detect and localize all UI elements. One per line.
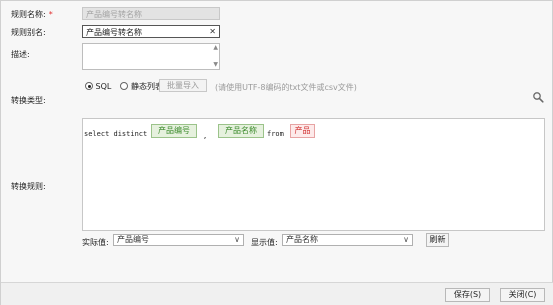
actual-value-text: 产品编号: [117, 235, 149, 244]
scroll-up-icon[interactable]: ▲: [213, 44, 218, 51]
description-label: 描述:: [11, 50, 30, 59]
clear-icon[interactable]: ✕: [209, 27, 216, 36]
field-tag[interactable]: 产品名称: [218, 124, 264, 138]
field-tag[interactable]: 产品编号: [151, 124, 197, 138]
display-value-text: 产品名称: [286, 235, 318, 244]
close-button[interactable]: 关闭(C): [500, 288, 545, 302]
display-value-label: 显示值:: [251, 238, 278, 247]
display-value-select[interactable]: 产品名称 ∨: [282, 234, 413, 246]
rule-alias-label: 规则别名:: [11, 28, 46, 37]
radio-sql-label: SQL: [95, 82, 112, 91]
comma-separator: ,: [203, 132, 208, 140]
import-hint: (请使用UTF-8编码的txt文件或csv文件): [215, 83, 357, 92]
description-textarea[interactable]: ▲ ▼: [82, 43, 220, 70]
convert-type-options: SQL 静态列表: [85, 81, 163, 92]
refresh-button[interactable]: 刷新: [426, 233, 449, 247]
chevron-down-icon: ∨: [403, 235, 409, 244]
rule-alias-value: 产品编号转名称: [86, 28, 142, 37]
required-marker: *: [48, 10, 53, 19]
rule-alias-field[interactable]: 产品编号转名称 ✕: [82, 25, 220, 38]
rule-editor[interactable]: select distinct 产品编号 , 产品名称 from 产品: [82, 118, 545, 231]
radio-static-list[interactable]: [120, 82, 129, 90]
batch-import-button[interactable]: 批量导入: [159, 79, 207, 92]
select-keyword: select distinct: [84, 130, 148, 138]
chevron-down-icon: ∨: [234, 235, 240, 244]
convert-type-label: 转换类型:: [11, 96, 46, 105]
table-tag[interactable]: 产品: [290, 124, 315, 138]
rule-name-label: 规则名称: *: [11, 10, 53, 19]
convert-rule-label: 转换规则:: [11, 182, 46, 191]
save-button[interactable]: 保存(S): [445, 288, 490, 302]
dialog-footer: 保存(S) 关闭(C): [1, 282, 553, 305]
scroll-down-icon[interactable]: ▼: [213, 61, 218, 68]
actual-value-select[interactable]: 产品编号 ∨: [113, 234, 244, 246]
rule-dialog: 规则名称: * 产品编号转名称 规则别名: 产品编号转名称 ✕ 描述: ▲ ▼ S…: [0, 0, 553, 305]
rule-name-field: 产品编号转名称: [82, 7, 220, 20]
search-icon[interactable]: [532, 91, 544, 103]
radio-sql[interactable]: [85, 82, 93, 90]
from-keyword: from: [267, 130, 284, 138]
actual-value-label: 实际值:: [82, 238, 109, 247]
